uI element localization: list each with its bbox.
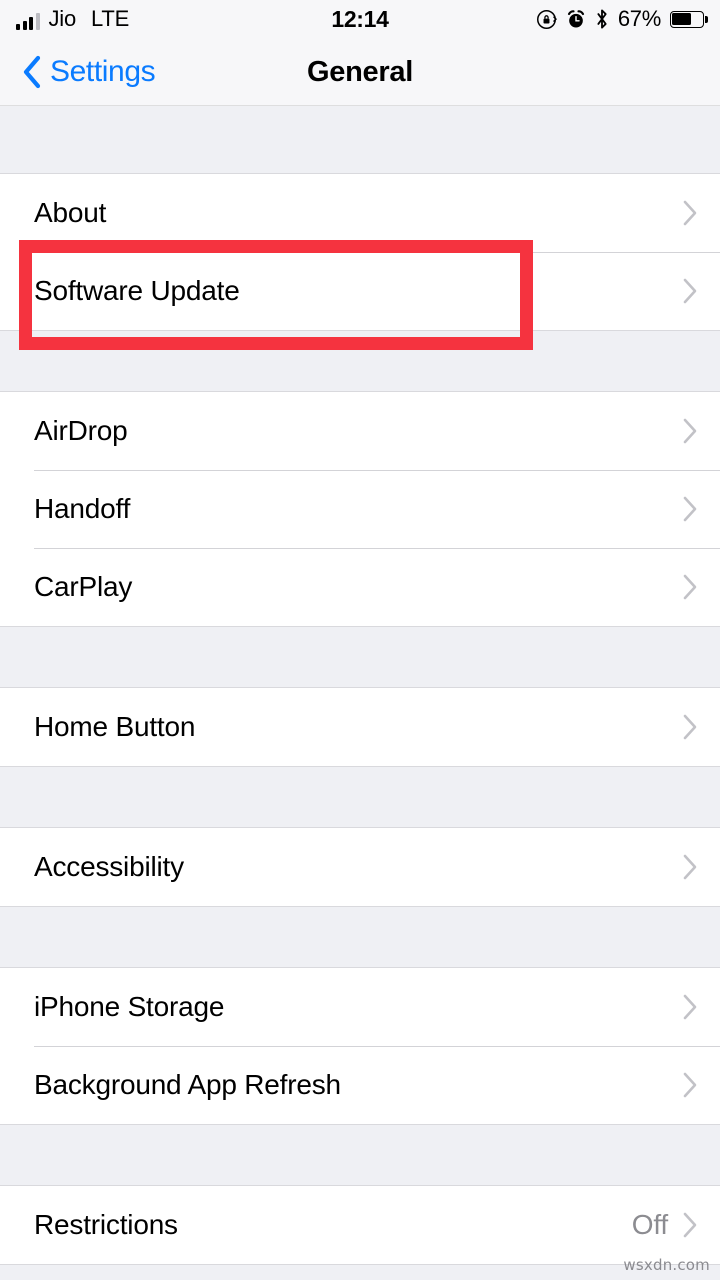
settings-row-software-update[interactable]: Software Update [0, 252, 720, 330]
settings-row-label: About [34, 197, 107, 228]
settings-row-iphone-storage[interactable]: iPhone Storage [0, 968, 720, 1046]
list-top-spacer [0, 107, 720, 173]
battery-percentage-label: 67% [617, 6, 661, 31]
group-spacer [0, 331, 720, 391]
settings-group-1: AirDrop Handoff CarPlay [0, 391, 720, 627]
chevron-right-icon [682, 1211, 698, 1239]
page-title: General [307, 55, 413, 88]
status-bar-right: 67% [536, 6, 708, 31]
chevron-right-icon [682, 417, 698, 445]
chevron-right-icon [682, 853, 698, 881]
settings-row-label: CarPlay [34, 571, 133, 602]
group-spacer [0, 627, 720, 687]
settings-group-2: Home Button [0, 687, 720, 767]
carrier-name: Jio [48, 6, 77, 31]
settings-row-label: Home Button [34, 711, 196, 742]
navigation-bar: Settings General [0, 38, 720, 106]
chevron-right-icon [682, 277, 698, 305]
group-spacer [0, 767, 720, 827]
status-bar-left: Jio LTE [16, 8, 129, 30]
group-spacer [0, 907, 720, 967]
settings-row-accessibility[interactable]: Accessibility [0, 828, 720, 906]
battery-icon [670, 10, 708, 28]
chevron-right-icon [682, 1071, 698, 1099]
rotation-lock-icon [536, 9, 557, 30]
iphone-settings-general-screen: Jio LTE 12:14 67% Settings General About… [0, 0, 720, 1280]
settings-row-label: Restrictions [34, 1209, 178, 1240]
bluetooth-icon [595, 8, 609, 30]
network-type-label: LTE [91, 6, 130, 31]
settings-row-label: Background App Refresh [34, 1069, 341, 1100]
settings-row-background-app-refresh[interactable]: Background App Refresh [0, 1046, 720, 1124]
watermark: wsxdn.com [623, 1256, 710, 1274]
settings-row-carplay[interactable]: CarPlay [0, 548, 720, 626]
settings-row-label: AirDrop [34, 415, 128, 446]
settings-row-home-button[interactable]: Home Button [0, 688, 720, 766]
chevron-right-icon [682, 713, 698, 741]
group-spacer [0, 1125, 720, 1185]
chevron-right-icon [682, 993, 698, 1021]
settings-group-5: Restrictions Off [0, 1185, 720, 1265]
status-bar: Jio LTE 12:14 67% [0, 0, 720, 38]
settings-row-label: iPhone Storage [34, 991, 225, 1022]
settings-row-about[interactable]: About [0, 174, 720, 252]
settings-row-airdrop[interactable]: AirDrop [0, 392, 720, 470]
settings-row-restrictions[interactable]: Restrictions Off [0, 1186, 720, 1264]
cellular-signal-bars-icon [16, 13, 40, 30]
alarm-clock-icon [566, 9, 586, 30]
settings-list[interactable]: About Software Update AirDrop Handoff Ca… [0, 107, 720, 1280]
chevron-right-icon [682, 495, 698, 523]
settings-row-label: Software Update [34, 275, 240, 306]
settings-group-3: Accessibility [0, 827, 720, 907]
settings-row-handoff[interactable]: Handoff [0, 470, 720, 548]
chevron-right-icon [682, 199, 698, 227]
status-badge: Off [631, 1209, 668, 1240]
settings-row-label: Accessibility [34, 851, 184, 882]
settings-row-label: Handoff [34, 493, 131, 524]
settings-group-4: iPhone Storage Background App Refresh [0, 967, 720, 1125]
chevron-right-icon [682, 573, 698, 601]
settings-group-0: About Software Update [0, 173, 720, 331]
